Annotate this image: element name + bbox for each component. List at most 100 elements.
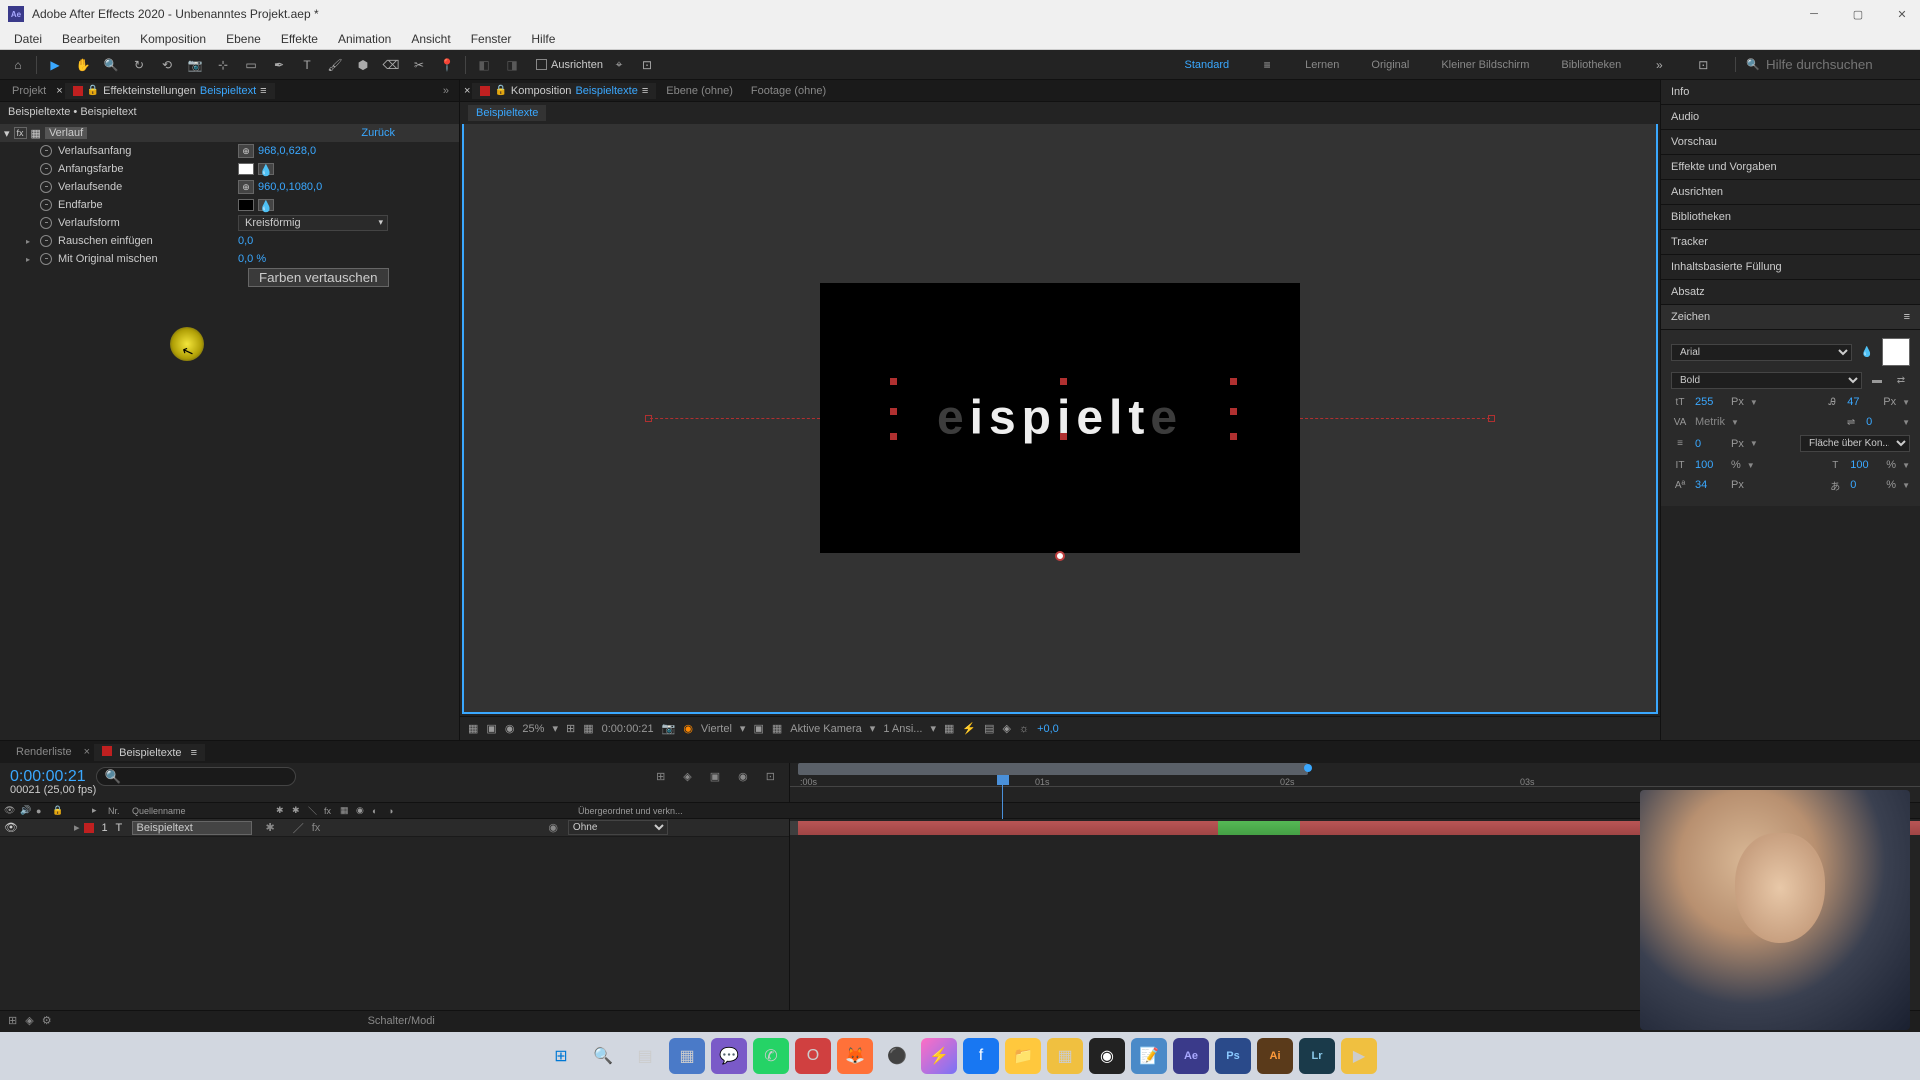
layer-expand-icon[interactable]: ▸: [74, 821, 80, 834]
stopwatch-icon[interactable]: [40, 145, 52, 157]
timeline-ruler[interactable]: :00s 01s 02s 03s: [790, 763, 1920, 787]
rotation-tool[interactable]: ⟲: [155, 53, 179, 77]
taskbar-app-icon[interactable]: 📝: [1131, 1038, 1167, 1074]
panel-bibliotheken[interactable]: Bibliotheken: [1661, 205, 1920, 230]
col-switch-icon[interactable]: ◉: [356, 805, 368, 816]
vscale-value[interactable]: 100: [1695, 459, 1725, 471]
minimize-button[interactable]: ─: [1804, 4, 1824, 24]
layer-visibility-icon[interactable]: 👁: [4, 821, 16, 834]
panel-tracker[interactable]: Tracker: [1661, 230, 1920, 255]
res-dropdown-icon[interactable]: ▾: [740, 722, 746, 735]
anchor-tool[interactable]: ⊹: [211, 53, 235, 77]
handle[interactable]: [1230, 408, 1237, 415]
col-lock-icon[interactable]: 🔒: [52, 805, 64, 816]
effect-visibility-icon[interactable]: ▦: [31, 127, 41, 140]
layer-label-color[interactable]: [84, 823, 94, 833]
stopwatch-icon[interactable]: [40, 181, 52, 193]
expand-icon[interactable]: ▸: [26, 255, 30, 264]
switch-mode-label[interactable]: Schalter/Modi: [368, 1015, 435, 1027]
zoom-tool[interactable]: 🔍: [99, 53, 123, 77]
views-dropdown[interactable]: 1 Ansi...: [883, 723, 922, 735]
brush-tool[interactable]: 🖌: [323, 53, 347, 77]
anchor-point[interactable]: [1055, 551, 1065, 561]
tab-menu-icon[interactable]: ≡: [642, 85, 648, 97]
dropdown-icon[interactable]: ▼: [1750, 439, 1758, 448]
panel-ausrichten[interactable]: Ausrichten: [1661, 180, 1920, 205]
camera-dropdown[interactable]: Aktive Kamera: [790, 723, 862, 735]
menu-animation[interactable]: Animation: [328, 30, 401, 48]
lock-icon[interactable]: 🔒: [494, 85, 506, 96]
expand-icon[interactable]: ▸: [26, 237, 30, 246]
dropdown-icon[interactable]: ▼: [1902, 481, 1910, 490]
dropdown-icon[interactable]: ▼: [1902, 461, 1910, 470]
workspace-standard[interactable]: Standard: [1179, 57, 1236, 73]
channel-icon[interactable]: ▣: [486, 722, 496, 735]
panel-overflow-icon[interactable]: »: [437, 85, 455, 97]
workspace-kleiner[interactable]: Kleiner Bildschirm: [1435, 57, 1535, 73]
tab-menu-icon[interactable]: ≡: [191, 747, 197, 759]
menu-datei[interactable]: Datei: [4, 30, 52, 48]
pen-tool[interactable]: ✒: [267, 53, 291, 77]
layer-switch-icon[interactable]: ／: [293, 820, 304, 836]
orbit-tool[interactable]: ↻: [127, 53, 151, 77]
selection-tool[interactable]: ▶: [43, 53, 67, 77]
taskbar-widgets-icon[interactable]: ▦: [669, 1038, 705, 1074]
work-area-end-handle[interactable]: [1304, 764, 1312, 772]
tab-footage[interactable]: Footage (ohne): [743, 83, 834, 99]
col-switch-icon[interactable]: ✱: [276, 805, 288, 816]
tab-projekt[interactable]: Projekt: [4, 83, 54, 99]
taskbar-windows-icon[interactable]: ⊞: [543, 1038, 579, 1074]
taskbar-whatsapp-icon[interactable]: ✆: [753, 1038, 789, 1074]
taskbar-ps-icon[interactable]: Ps: [1215, 1038, 1251, 1074]
timeline-icon[interactable]: ▤: [984, 722, 994, 735]
prop-value[interactable]: 0,0 %: [238, 253, 266, 265]
handle[interactable]: [645, 415, 652, 422]
eyedropper-icon[interactable]: 💧: [1858, 345, 1876, 359]
hand-tool[interactable]: ✋: [71, 53, 95, 77]
farben-vertauschen-button[interactable]: Farben vertauschen: [248, 268, 389, 287]
tab-close-icon[interactable]: ×: [56, 85, 62, 97]
verlaufsform-dropdown[interactable]: Kreisförmig: [238, 215, 388, 231]
font-family-dropdown[interactable]: Arial: [1671, 344, 1852, 361]
dropdown-icon[interactable]: ▼: [1902, 418, 1910, 427]
prop-value[interactable]: 0,0: [238, 235, 253, 247]
help-search-input[interactable]: [1766, 57, 1906, 72]
taskbar-ae-icon[interactable]: Ae: [1173, 1038, 1209, 1074]
camera-tool[interactable]: 📷: [183, 53, 207, 77]
dropdown-icon[interactable]: ▼: [1731, 418, 1739, 427]
transparency-icon[interactable]: ▦: [772, 722, 782, 735]
handle[interactable]: [890, 378, 897, 385]
snap-tool-2[interactable]: ⊡: [635, 53, 659, 77]
handle[interactable]: [1488, 415, 1495, 422]
taskbar-firefox-icon[interactable]: 🦊: [837, 1038, 873, 1074]
panel-menu-icon[interactable]: ≡: [1904, 311, 1910, 323]
menu-effekte[interactable]: Effekte: [271, 30, 328, 48]
dropdown-icon[interactable]: ▼: [1750, 398, 1758, 407]
res-icon[interactable]: ⊞: [566, 722, 575, 735]
workspace-lernen[interactable]: Lernen: [1299, 57, 1345, 73]
menu-ansicht[interactable]: Ansicht: [401, 30, 460, 48]
baseline-value[interactable]: 34: [1695, 479, 1725, 491]
font-weight-dropdown[interactable]: Bold: [1671, 372, 1862, 389]
comp-subtab[interactable]: Beispieltexte: [468, 105, 546, 121]
panel-effekte[interactable]: Effekte und Vorgaben: [1661, 155, 1920, 180]
prop-value[interactable]: 968,0,628,0: [258, 145, 316, 157]
pixel-aspect-icon[interactable]: ▦: [944, 722, 954, 735]
zoom-dropdown-icon[interactable]: ▾: [552, 722, 558, 735]
tab-close-icon[interactable]: ×: [84, 746, 90, 758]
workspace-reset-icon[interactable]: ⊡: [1691, 53, 1715, 77]
tl-tool-icon[interactable]: ◉: [738, 770, 748, 783]
snap-tool[interactable]: ⌖: [607, 53, 631, 77]
dropdown-icon[interactable]: ▼: [1902, 398, 1910, 407]
dropdown-icon[interactable]: ▼: [1747, 461, 1755, 470]
text-tool[interactable]: T: [295, 53, 319, 77]
prop-value[interactable]: 960,0,1080,0: [258, 181, 322, 193]
taskbar-lr-icon[interactable]: Lr: [1299, 1038, 1335, 1074]
tl-tool-icon[interactable]: ▣: [710, 770, 720, 783]
font-size-value[interactable]: 255: [1695, 396, 1725, 408]
timeline-timecode[interactable]: 0:00:00:21: [10, 768, 86, 786]
color-swatch[interactable]: [238, 163, 254, 175]
stopwatch-icon[interactable]: [40, 163, 52, 175]
taskbar-facebook-icon[interactable]: f: [963, 1038, 999, 1074]
tab-close-icon[interactable]: ×: [464, 85, 470, 97]
